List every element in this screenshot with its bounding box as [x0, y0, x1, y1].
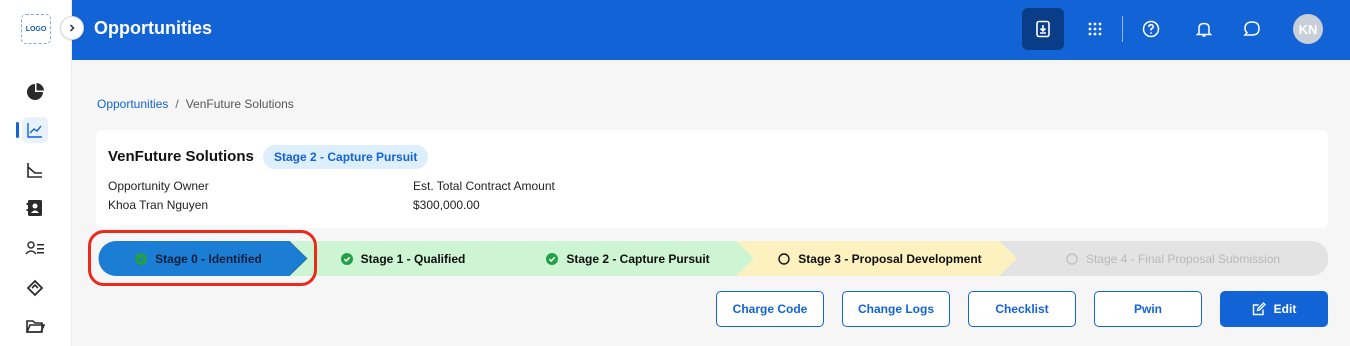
checklist-button[interactable]: Checklist [968, 291, 1076, 327]
grid-icon [1087, 21, 1103, 37]
chat-button[interactable] [1231, 8, 1273, 50]
breadcrumb-root-link[interactable]: Opportunities [97, 97, 168, 111]
top-header: Opportunities KN [72, 0, 1350, 60]
breadcrumb-current: VenFuture Solutions [185, 97, 294, 111]
help-icon [1142, 20, 1160, 38]
folder-icon[interactable] [22, 313, 48, 339]
empty-circle-icon [778, 252, 790, 265]
current-stage-highlight [88, 230, 317, 286]
stage-badge: Stage 2 - Capture Pursuit [263, 145, 429, 169]
stage-label: Stage 4 - Final Proposal Submission [1085, 251, 1281, 266]
user-avatar[interactable]: KN [1293, 14, 1323, 44]
graph-icon[interactable] [22, 157, 48, 183]
stage-item-4: Stage 4 - Final Proposal Submission [1018, 241, 1328, 276]
app-grid-button[interactable] [1074, 8, 1116, 50]
owner-label: Opportunity Owner [108, 179, 209, 193]
opportunity-summary-card: VenFuture Solutions Stage 2 - Capture Pu… [96, 130, 1328, 228]
stage-label: Stage 2 - Capture Pursuit [566, 251, 710, 266]
help-button[interactable] [1130, 8, 1172, 50]
pwin-button[interactable]: Pwin [1094, 291, 1202, 327]
check-circle-icon [340, 252, 353, 265]
export-button[interactable] [1022, 8, 1064, 50]
edit-button[interactable]: Edit [1220, 291, 1328, 327]
trend-chart-icon[interactable] [22, 117, 48, 143]
opportunity-name: VenFuture Solutions [108, 148, 254, 165]
app-logo: LOGO [21, 14, 51, 44]
bell-icon [1195, 20, 1213, 38]
change-logs-button[interactable]: Change Logs [842, 291, 950, 327]
contact-card-icon[interactable] [22, 195, 48, 221]
handshake-icon[interactable] [22, 275, 48, 301]
stage-item-2[interactable]: Stage 2 - Capture Pursuit [514, 241, 742, 276]
stage-label: Stage 1 - Qualified [360, 251, 466, 266]
page-title: Opportunities [94, 18, 212, 38]
empty-circle-icon [1066, 252, 1078, 265]
edit-label: Edit [1273, 302, 1297, 316]
chevron-right-icon [67, 23, 77, 33]
header-divider [1122, 16, 1123, 42]
pie-chart-icon[interactable] [22, 79, 48, 105]
sidebar-active-indicator [16, 122, 19, 138]
sidebar-toggle-button[interactable] [60, 16, 84, 40]
stage-item-3[interactable]: Stage 3 - Proposal Development [750, 241, 1010, 276]
breadcrumb: Opportunities / VenFuture Solutions [97, 97, 294, 111]
chat-bubble-icon [1242, 19, 1262, 39]
amount-label: Est. Total Contract Amount [413, 179, 555, 193]
sidebar: LOGO [0, 0, 72, 346]
user-list-icon[interactable] [22, 235, 48, 261]
notifications-button[interactable] [1183, 8, 1225, 50]
stage-label: Stage 3 - Proposal Development [798, 251, 982, 266]
charge-code-button[interactable]: Charge Code [716, 291, 824, 327]
owner-value: Khoa Tran Nguyen [108, 198, 209, 212]
edit-icon [1252, 302, 1266, 316]
breadcrumb-separator: / [175, 97, 179, 111]
stage-item-1[interactable]: Stage 1 - Qualified [303, 241, 503, 276]
download-file-icon [1034, 20, 1052, 38]
amount-value: $300,000.00 [413, 198, 480, 212]
check-circle-icon [546, 252, 559, 265]
